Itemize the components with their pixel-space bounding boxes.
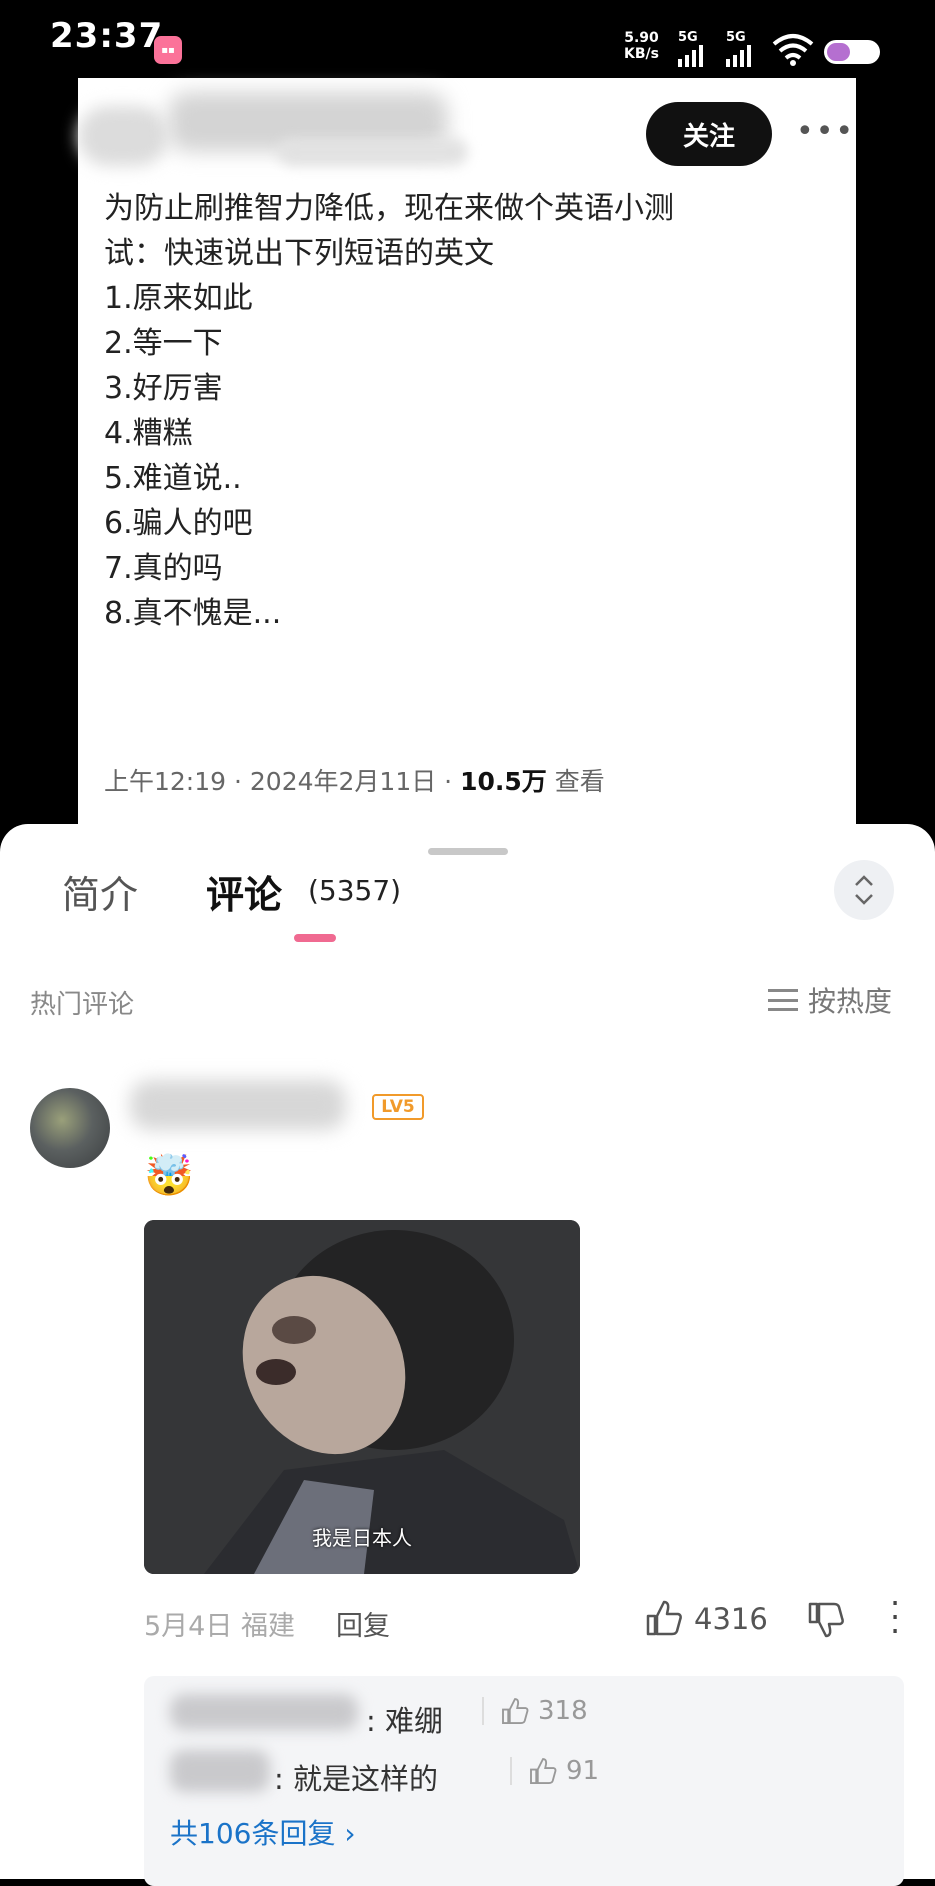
blurred-reply-username	[170, 1750, 270, 1792]
reply-button[interactable]: 回复	[336, 1604, 390, 1643]
tweet-line: 5.难道说..	[104, 461, 242, 496]
exploding-head-emoji: 🤯	[144, 1153, 194, 1199]
sort-by-hot-button[interactable]: 按热度	[768, 980, 892, 1020]
image-caption: 我是日本人	[312, 1526, 412, 1550]
more-vertical-icon[interactable]: · · ·	[890, 1587, 900, 1647]
drag-handle[interactable]	[428, 848, 508, 855]
tweet-line: 1.原来如此	[104, 281, 253, 316]
follow-button[interactable]: 关注	[646, 102, 772, 166]
reply-like-count: 91	[566, 1756, 600, 1786]
network-speed-unit: KB/s	[624, 46, 659, 62]
comment-image[interactable]: 我是日本人	[144, 1220, 580, 1574]
comment-panel: 简介 评论 (5357) 热门评论 按热度 LV5 🤯 我是日本人 5月4日 福…	[0, 824, 935, 1886]
avatar[interactable]	[30, 1088, 110, 1168]
divider	[482, 1697, 484, 1725]
reply-like[interactable]: 91	[510, 1756, 599, 1786]
divider	[510, 1757, 512, 1785]
tab-intro[interactable]: 简介	[62, 864, 138, 919]
reply-like-count: 318	[538, 1696, 588, 1726]
tweet-card: 关注 ••• 为防止刷推智力降低，现在来做个英语小测 试：快速说出下列短语的英文…	[78, 78, 856, 848]
signal-bars-icon	[726, 45, 751, 67]
crying-man-image	[144, 1220, 580, 1574]
network-speed-value: 5.90	[624, 30, 659, 46]
tweet-line: 8.真不愧是...	[104, 596, 282, 631]
clock: 23:37	[50, 16, 164, 56]
bilibili-app-icon: ▪▪	[154, 36, 182, 64]
level-badge: LV5	[372, 1094, 424, 1120]
tweet-timestamp: 上午12:19 · 2024年2月11日 ·	[104, 767, 461, 796]
signal-type-1: 5G	[678, 30, 698, 45]
wifi-icon	[772, 34, 814, 66]
tweet-line: 2.等一下	[104, 326, 223, 361]
thumbs-up-icon[interactable]	[644, 1598, 684, 1638]
tab-comments[interactable]: 评论	[206, 864, 282, 919]
chevron-up-down-icon	[855, 875, 873, 905]
thumbs-up-icon	[502, 1698, 529, 1724]
sort-label: 按热度	[808, 985, 893, 1018]
menu-lines-icon	[768, 989, 798, 1011]
signal-bars-icon	[678, 45, 703, 67]
tweet-body: 为防止刷推智力降低，现在来做个英语小测 试：快速说出下列短语的英文 1.原来如此…	[104, 186, 804, 636]
battery-level	[827, 43, 850, 61]
status-bar: 23:37 ▪▪ 5.90 KB/s 5G 5G	[0, 0, 935, 78]
reply-like[interactable]: 318	[482, 1696, 588, 1726]
cell-signal-2: 5G	[726, 30, 754, 71]
comment-date-location: 5月4日 福建	[144, 1611, 295, 1642]
blurred-reply-username	[170, 1694, 358, 1730]
more-horizontal-icon[interactable]: •••	[796, 114, 855, 149]
network-speed: 5.90 KB/s	[624, 30, 659, 62]
thumbs-down-icon[interactable]	[806, 1600, 846, 1640]
thumbs-up-icon	[530, 1758, 557, 1784]
reply-text: : 难绷	[366, 1704, 443, 1738]
like-count: 4316	[694, 1602, 768, 1636]
hot-comments-label: 热门评论	[30, 990, 135, 1020]
tweet-line: 为防止刷推智力降低，现在来做个英语小测	[104, 191, 674, 226]
blurred-handle	[278, 138, 468, 166]
tweet-line: 6.骗人的吧	[104, 506, 253, 541]
tweet-line: 3.好厉害	[104, 371, 223, 406]
reply-text: : 就是这样的	[274, 1762, 438, 1796]
battery-icon	[824, 40, 880, 64]
blurred-avatar	[78, 106, 168, 166]
tweet-views-suffix: 查看	[546, 767, 605, 796]
blurred-username[interactable]	[130, 1080, 346, 1130]
signal-type-2: 5G	[726, 30, 746, 45]
cell-signal-1: 5G	[678, 30, 706, 71]
tweet-views: 10.5万	[460, 767, 547, 796]
expand-collapse-button[interactable]	[834, 860, 894, 920]
tweet-line: 试：快速说出下列短语的英文	[104, 236, 494, 271]
tweet-meta: 上午12:19 · 2024年2月11日 · 10.5万 查看	[104, 762, 605, 798]
replies-preview[interactable]: : 难绷 318 : 就是这样的 91 共106条回复 ›	[144, 1676, 904, 1886]
active-tab-indicator	[294, 934, 336, 942]
tweet-line: 7.真的吗	[104, 551, 223, 586]
comment-count: (5357)	[308, 874, 402, 907]
tweet-line: 4.糟糕	[104, 416, 193, 451]
view-all-replies-link[interactable]: 共106条回复 ›	[170, 1812, 356, 1852]
